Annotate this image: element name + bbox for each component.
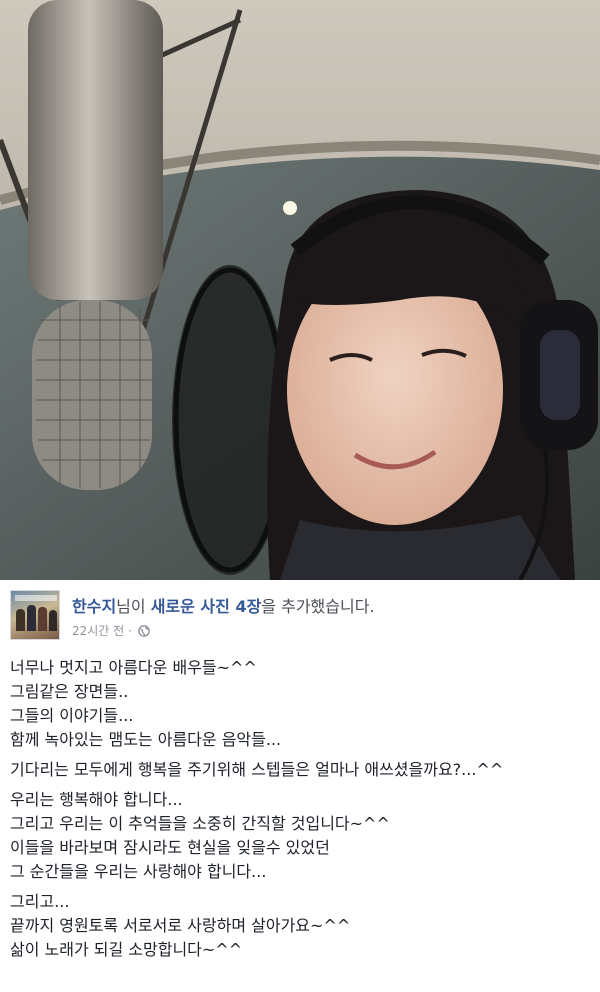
paragraph: 그리고... 끝까지 영원토록 서로서로 사랑하며 살아가요~^^ 삶이 노래가… bbox=[10, 890, 595, 962]
meta-separator: · bbox=[124, 624, 136, 638]
text-line: 이들을 바라보며 잠시라도 현실을 잊을수 있었던 bbox=[10, 838, 330, 857]
post-header: 한수지님이 새로운 사진 4장을 추가했습니다. 22시간 전 · bbox=[0, 580, 600, 650]
paragraph: 우리는 행복해야 합니다... 그리고 우리는 이 추억들을 소중히 간직할 것… bbox=[10, 788, 595, 884]
text-line: 그리고... bbox=[10, 892, 70, 911]
text-line: 기다리는 모두에게 행복을 주기위해 스텝들은 얼마나 애쓰셨을까요?...^^ bbox=[10, 760, 504, 779]
post-headline: 한수지님이 새로운 사진 4장을 추가했습니다. bbox=[72, 597, 375, 617]
headline-end-text: 을 추가했습니다. bbox=[261, 597, 375, 616]
text-line: 그리고 우리는 이 추억들을 소중히 간직할 것입니다~^^ bbox=[10, 814, 390, 833]
text-line: 그들의 이야기들... bbox=[10, 706, 134, 725]
author-avatar[interactable] bbox=[10, 590, 60, 640]
text-line: 끝까지 영원토록 서로서로 사랑하며 살아가요~^^ bbox=[10, 916, 351, 935]
text-line: 그림같은 장면들.. bbox=[10, 682, 129, 701]
author-name-link[interactable]: 한수지 bbox=[72, 597, 116, 616]
text-line: 삶이 노래가 되길 소망합니다~^^ bbox=[10, 940, 243, 959]
paragraph: 기다리는 모두에게 행복을 주기위해 스텝들은 얼마나 애쓰셨을까요?...^^ bbox=[10, 758, 595, 782]
photos-link[interactable]: 새로운 사진 4장 bbox=[151, 597, 262, 616]
post-body: 너무나 멋지고 아름다운 배우들~^^ 그림같은 장면들.. 그들의 이야기들.… bbox=[10, 656, 595, 968]
text-line: 함께 녹아있는 맴도는 아름다운 음악들... bbox=[10, 730, 282, 749]
timestamp-link[interactable]: 22시간 전 bbox=[72, 624, 124, 638]
post-meta: 22시간 전 · bbox=[72, 623, 150, 639]
paragraph: 너무나 멋지고 아름다운 배우들~^^ 그림같은 장면들.. 그들의 이야기들.… bbox=[10, 656, 595, 752]
text-line: 우리는 행복해야 합니다... bbox=[10, 790, 183, 809]
text-line: 너무나 멋지고 아름다운 배우들~^^ bbox=[10, 658, 257, 677]
post-photo[interactable] bbox=[0, 0, 600, 580]
recording-studio-photo bbox=[0, 0, 600, 580]
text-line: 그 순간들을 우리는 사랑해야 합니다... bbox=[10, 862, 267, 881]
globe-icon[interactable] bbox=[137, 625, 150, 637]
headline-mid-text: 님이 bbox=[116, 597, 151, 616]
